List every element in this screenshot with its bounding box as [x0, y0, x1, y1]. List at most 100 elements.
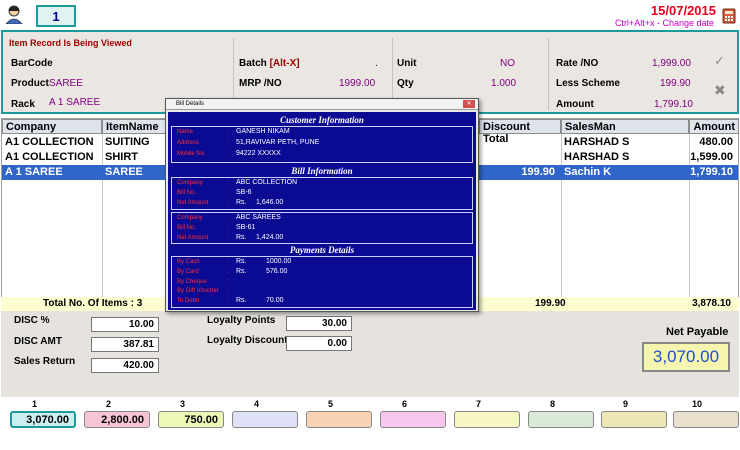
- net-payable-value: 3,070.00: [642, 342, 730, 372]
- rack-value[interactable]: A 1 SAREE: [49, 97, 100, 108]
- slot-number: 7: [476, 399, 482, 409]
- close-icon[interactable]: ✕: [463, 100, 475, 108]
- bill-slot-8[interactable]: [528, 411, 594, 428]
- cell-amount: 1,799.10: [690, 166, 733, 178]
- card-amount: 576.00: [266, 268, 288, 275]
- company-label: Company: [177, 180, 203, 186]
- cell-item: SHIRT: [105, 151, 138, 163]
- debit-amount: 70.00: [266, 297, 284, 304]
- divider: [548, 38, 549, 110]
- bill-slot-9[interactable]: [601, 411, 667, 428]
- bill-details-dialog: Bill Details ✕ Customer Information Name…: [165, 98, 479, 312]
- product-label: Product: [11, 78, 49, 89]
- loyalty-discount-label: Loyalty Discount: [207, 335, 288, 346]
- cell-item: SUITING: [105, 136, 150, 148]
- slot-number: 3: [180, 399, 186, 409]
- separator: :: [228, 225, 230, 231]
- bill-company: ABC SAREES: [236, 214, 281, 221]
- bill-slot-3[interactable]: 750.00: [158, 411, 224, 428]
- qty-label: Qty: [397, 78, 414, 89]
- bill-number: SB-6: [236, 189, 252, 196]
- column-header-itemname[interactable]: ItemName: [102, 119, 166, 134]
- column-header-salesman[interactable]: SalesMan: [561, 119, 689, 134]
- column-header-amount[interactable]: Amount: [689, 119, 739, 134]
- user-icon[interactable]: [4, 4, 24, 25]
- slot-number: 8: [550, 399, 556, 409]
- amount-value: 1,799.10: [654, 99, 693, 110]
- address-label: Address: [177, 140, 200, 146]
- loyalty-discount-input[interactable]: 0.00: [286, 336, 352, 351]
- rack-label: Rack: [11, 99, 35, 110]
- column-header-discount-total[interactable]: Discount Total: [479, 119, 561, 145]
- less-scheme-value[interactable]: 199.90: [660, 78, 691, 89]
- bill-slot-6[interactable]: [380, 411, 446, 428]
- bill-slot-7[interactable]: [454, 411, 520, 428]
- bill-slot-4[interactable]: [232, 411, 298, 428]
- cell-amount: 480.00: [699, 136, 733, 148]
- separator: :: [228, 200, 230, 206]
- separator: :: [228, 140, 230, 146]
- qty-value[interactable]: 1.000: [491, 78, 516, 89]
- cell-company: A1 COLLECTION: [5, 151, 94, 163]
- cell-company: A1 COLLECTION: [5, 136, 94, 148]
- slot-number: 2: [106, 399, 112, 409]
- payments-box: By Cash : Rs. 1000.00 By Card : Rs. 576.…: [171, 256, 473, 308]
- separator: :: [228, 129, 230, 135]
- mrp-value[interactable]: 1999.00: [339, 78, 375, 89]
- mrp-label: MRP /NO: [239, 78, 282, 89]
- separator: :: [228, 190, 230, 196]
- less-scheme-label: Less Scheme: [556, 78, 620, 89]
- separator: :: [228, 180, 230, 186]
- product-value[interactable]: SAREE: [49, 78, 83, 89]
- customer-name: GANESH NIKAM: [236, 128, 290, 135]
- cell-item: SAREE: [105, 166, 143, 178]
- column-header-company[interactable]: Company: [2, 119, 102, 134]
- currency: Rs.: [236, 199, 247, 206]
- separator: :: [228, 259, 230, 265]
- customer-section-title: Customer Information: [280, 115, 364, 125]
- total-items: Total No. Of Items : 3: [43, 298, 143, 309]
- sales-return-input[interactable]: 420.00: [91, 358, 159, 373]
- bill-slot-10[interactable]: [673, 411, 739, 428]
- net-payable-label: Net Payable: [666, 326, 729, 338]
- check-icon[interactable]: ✓: [714, 53, 725, 69]
- separator: :: [228, 288, 230, 294]
- rate-label: Rate /NO: [556, 58, 599, 69]
- batch-value[interactable]: .: [375, 58, 378, 69]
- dialog-body: Customer Information Name : GANESH NIKAM…: [168, 112, 476, 310]
- dialog-title-bar[interactable]: Bill Details: [166, 99, 478, 110]
- unit-value[interactable]: NO: [500, 58, 515, 69]
- amount-label: Amount: [556, 99, 594, 110]
- billno-label: Bill No.: [177, 225, 197, 231]
- rate-value[interactable]: 1,999.00: [652, 58, 691, 69]
- counter-number: 1: [36, 5, 76, 27]
- disc-pct-input[interactable]: 10.00: [91, 317, 159, 332]
- bill-slot-2[interactable]: 2,800.00: [84, 411, 150, 428]
- record-status-title: Item Record Is Being Viewed: [9, 38, 132, 48]
- disc-amt-input[interactable]: 387.81: [91, 337, 159, 352]
- company-label: Company: [177, 215, 203, 221]
- slot-number: 9: [623, 399, 629, 409]
- disc-pct-label: DISC %: [14, 315, 50, 326]
- total-amount: 3,878.10: [692, 298, 731, 309]
- cell-salesman: Sachin K: [564, 166, 612, 178]
- bill-slot-5[interactable]: [306, 411, 372, 428]
- mobile-label: Mobile No.: [177, 151, 206, 157]
- bill-company: ABC COLLECTION: [236, 179, 298, 186]
- customer-box: Name : GANESH NIKAM Address : 51,RAVIVAR…: [171, 126, 473, 163]
- bill-slot-1[interactable]: 3,070.00: [10, 411, 76, 428]
- calculator-icon[interactable]: [722, 8, 736, 24]
- customer-address: 51,RAVIVAR PETH, PUNE: [236, 139, 320, 146]
- sales-return-label: Sales Return: [14, 356, 76, 367]
- bill-net-amount: 1,646.00: [256, 199, 284, 206]
- separator: :: [228, 151, 230, 157]
- loyalty-points-label: Loyalty Points: [207, 315, 276, 326]
- delete-icon[interactable]: ✖: [714, 82, 726, 99]
- batch-label: Batch [Alt-X]: [239, 58, 300, 69]
- net-amount-label: Net Amount: [177, 235, 209, 241]
- loyalty-points-input[interactable]: 30.00: [286, 316, 352, 331]
- currency: Rs.: [236, 268, 247, 275]
- cell-salesman: HARSHAD S: [564, 151, 630, 163]
- cash-label: By Cash: [177, 259, 200, 265]
- cheque-label: By Cheque: [177, 279, 207, 285]
